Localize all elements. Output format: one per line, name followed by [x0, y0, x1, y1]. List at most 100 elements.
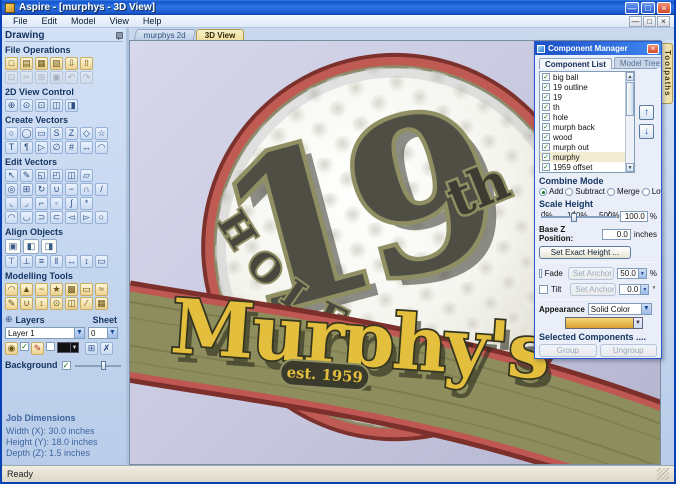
maximize-button[interactable]: □: [641, 2, 655, 14]
component-checkbox[interactable]: ✓: [542, 123, 550, 131]
ungroup-button[interactable]: Ungroup: [600, 344, 658, 357]
weld-vectors-icon[interactable]: ∪: [50, 183, 63, 196]
cut-icon[interactable]: ✂: [20, 71, 33, 84]
layer-visible-checkbox[interactable]: ✓: [20, 342, 29, 351]
dimension-tool-icon[interactable]: ↔: [80, 141, 93, 154]
component-list-item[interactable]: ✓murph out: [540, 142, 625, 152]
sculpt-tool-icon[interactable]: ✎: [5, 297, 18, 310]
join-open-icon[interactable]: ⊃: [35, 211, 48, 224]
new-file-icon[interactable]: □: [5, 57, 18, 70]
mdi-close-button[interactable]: ×: [657, 16, 670, 27]
align-to-sheet-icon[interactable]: ▭: [95, 255, 108, 268]
component-color-select[interactable]: ▼: [565, 317, 643, 329]
draw-ellipse-icon[interactable]: ◯: [20, 127, 33, 140]
texture-tool-icon[interactable]: ▩: [65, 283, 78, 296]
center-vertical-icon[interactable]: ‖: [50, 255, 63, 268]
combine-mode-add-radio[interactable]: Add: [539, 187, 563, 196]
rotate-copy-icon[interactable]: ↻: [35, 183, 48, 196]
base-z-input[interactable]: 0.0: [602, 229, 631, 240]
menu-edit[interactable]: Edit: [35, 16, 65, 26]
pan-view-icon[interactable]: ⊕: [5, 99, 18, 112]
chevron-down-icon[interactable]: ▼: [641, 304, 651, 314]
zoom-fit-icon[interactable]: ◫: [50, 99, 63, 112]
create-dome-icon[interactable]: ◠: [5, 283, 18, 296]
close-vector-icon[interactable]: ◦: [50, 197, 63, 210]
move-component-up-button[interactable]: ↑: [639, 105, 654, 120]
align-left-edge-icon[interactable]: ◧: [23, 239, 39, 254]
clear-model-icon[interactable]: ▭: [80, 283, 93, 296]
scroll-thumb[interactable]: [626, 82, 634, 116]
menu-view[interactable]: View: [103, 16, 136, 26]
draw-star-icon[interactable]: ☆: [95, 127, 108, 140]
preview-toggle-icon[interactable]: ◨: [65, 99, 78, 112]
flip-left-icon[interactable]: ◅: [65, 211, 78, 224]
layer-select[interactable]: Layer 1 ▼: [5, 327, 85, 339]
tab-model-tree[interactable]: Model Tree: [614, 57, 661, 68]
flip-right-icon[interactable]: ▻: [80, 211, 93, 224]
tab-3d-view[interactable]: 3D View: [196, 29, 245, 40]
merge-components-icon[interactable]: ∪: [20, 297, 33, 310]
space-across-icon[interactable]: ↔: [65, 255, 78, 268]
move-component-down-button[interactable]: ↓: [639, 124, 654, 139]
component-checkbox[interactable]: ✓: [542, 103, 550, 111]
copy-icon[interactable]: ⊞: [35, 71, 48, 84]
component-checkbox[interactable]: ✓: [542, 143, 550, 151]
chevron-down-icon[interactable]: ▼: [70, 343, 78, 352]
open-file-icon[interactable]: ▤: [20, 57, 33, 70]
background-checkbox[interactable]: ✓: [62, 361, 71, 370]
menu-file[interactable]: File: [6, 16, 35, 26]
component-checkbox[interactable]: ✓: [542, 153, 550, 161]
chevron-down-icon[interactable]: ▼: [74, 328, 84, 338]
arc-down-icon[interactable]: ◡: [20, 211, 33, 224]
redo-icon[interactable]: ↷: [80, 71, 93, 84]
component-list-item[interactable]: ✓19: [540, 92, 625, 102]
menu-model[interactable]: Model: [64, 16, 103, 26]
snap-grid-icon[interactable]: ⊡: [5, 71, 18, 84]
text-in-box-icon[interactable]: ¶: [20, 141, 33, 154]
select-cursor-icon[interactable]: ↖: [5, 169, 18, 182]
undo-icon[interactable]: ↶: [65, 71, 78, 84]
tilt-checkbox[interactable]: [539, 285, 548, 294]
subtract-vectors-icon[interactable]: −: [65, 183, 78, 196]
bake-model-icon[interactable]: ▦: [95, 297, 108, 310]
scale-height-slider[interactable]: [539, 211, 618, 222]
import-vectors-icon[interactable]: ⇩: [65, 57, 78, 70]
scale-height-input[interactable]: 100.0: [620, 211, 648, 222]
tilt-set-anchor-button[interactable]: Set Anchor: [570, 283, 616, 296]
open-clipart-icon[interactable]: ▧: [50, 57, 63, 70]
component-list-item[interactable]: ✓hole: [540, 112, 625, 122]
smooth-model-icon[interactable]: ≈: [95, 283, 108, 296]
resize-grip[interactable]: [657, 468, 669, 480]
offset-vectors-icon[interactable]: ◎: [5, 183, 18, 196]
radio-icon[interactable]: [607, 188, 615, 196]
scale-icon[interactable]: ◰: [50, 169, 63, 182]
slice-model-icon[interactable]: ∕: [80, 297, 93, 310]
set-exact-height-button[interactable]: Set Exact Height ...: [539, 246, 631, 259]
grid-tool-icon[interactable]: #: [65, 141, 78, 154]
component-list-item[interactable]: ✓murph back: [540, 122, 625, 132]
toolpaths-tab[interactable]: Toolpaths: [661, 43, 673, 104]
component-list-item[interactable]: ✓1959 offset: [540, 162, 625, 172]
scroll-up-icon[interactable]: ▲: [626, 72, 634, 81]
background-slider[interactable]: [75, 361, 121, 370]
combine-mode-low-radio[interactable]: Low: [642, 187, 661, 196]
radio-icon[interactable]: [539, 188, 547, 196]
extrude-shape-icon[interactable]: ▲: [20, 283, 33, 296]
component-list-scrollbar[interactable]: ▲ ▼: [625, 72, 634, 172]
component-checkbox[interactable]: ✓: [542, 113, 550, 121]
align-center-icon[interactable]: ▣: [5, 239, 21, 254]
align-right-edge-icon[interactable]: ◨: [41, 239, 57, 254]
intersect-vectors-icon[interactable]: ∩: [80, 183, 93, 196]
group-button[interactable]: Group: [539, 344, 597, 357]
align-bottom-icon[interactable]: ⊥: [20, 255, 33, 268]
mirror-model-icon[interactable]: ◫: [65, 297, 78, 310]
edit-nodes-icon[interactable]: ✎: [20, 169, 33, 182]
mdi-restore-button[interactable]: □: [643, 16, 656, 27]
curve-fit-icon[interactable]: ∫: [65, 197, 78, 210]
component-checkbox[interactable]: ✓: [542, 73, 550, 81]
join-close-icon[interactable]: ⊂: [50, 211, 63, 224]
center-horizontal-icon[interactable]: ≡: [35, 255, 48, 268]
align-top-icon[interactable]: ⊤: [5, 255, 18, 268]
sheet-select[interactable]: 0 ▼: [88, 327, 118, 339]
component-list-item[interactable]: ✓wood: [540, 132, 625, 142]
